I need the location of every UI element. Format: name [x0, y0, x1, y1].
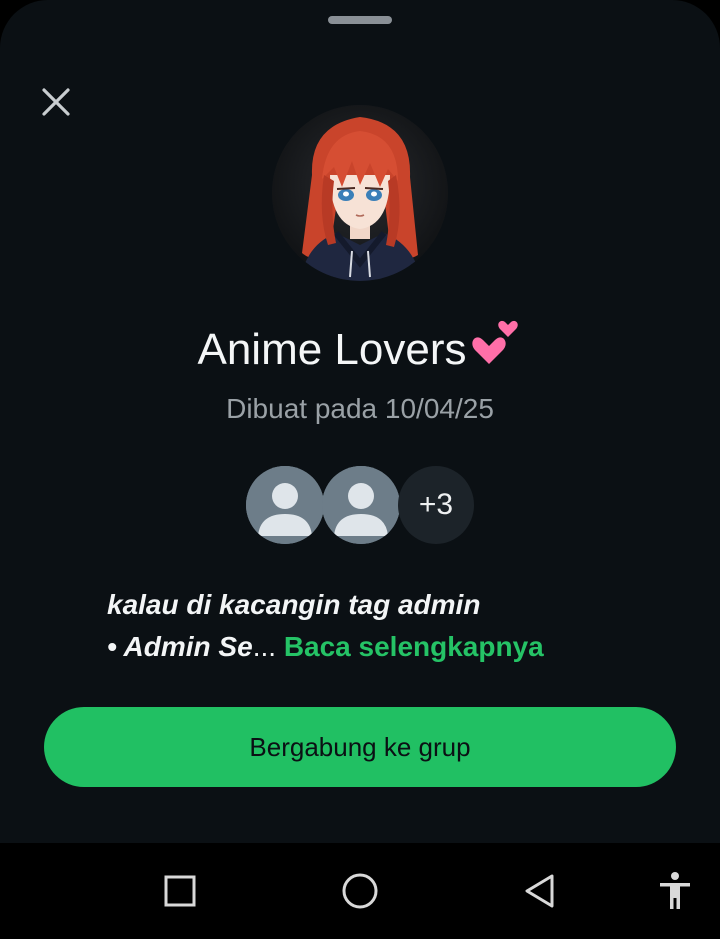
recent-apps-icon	[164, 875, 196, 907]
person-placeholder-icon	[246, 466, 324, 544]
drag-handle[interactable]	[328, 16, 392, 24]
group-description: kalau di kacangin tag admin • Admin Se..…	[107, 584, 667, 668]
close-button[interactable]	[30, 76, 82, 128]
description-line-2-text: • Admin Se	[107, 631, 253, 662]
description-line-1: kalau di kacangin tag admin	[107, 589, 481, 620]
group-name: Anime Lovers	[0, 318, 720, 386]
description-ellipsis: ...	[252, 631, 277, 662]
back-icon	[525, 874, 554, 908]
member-avatar	[246, 466, 324, 544]
person-placeholder-icon	[322, 466, 400, 544]
system-navigation-bar	[0, 843, 720, 939]
join-group-button[interactable]: Bergabung ke grup	[44, 707, 676, 787]
close-icon	[42, 88, 70, 116]
back-button[interactable]	[520, 871, 560, 911]
home-icon	[342, 873, 378, 909]
description-line-2: • Admin Se... Baca selengkapnya	[107, 626, 667, 668]
recent-apps-button[interactable]	[160, 871, 200, 911]
home-button[interactable]	[340, 871, 380, 911]
created-date: Dibuat pada 10/04/25	[226, 393, 494, 424]
accessibility-button[interactable]	[655, 871, 695, 911]
member-avatar	[322, 466, 400, 544]
read-more-link[interactable]: Baca selengkapnya	[284, 631, 544, 662]
two-hearts-icon	[469, 318, 523, 386]
more-members-count: +3	[398, 466, 474, 544]
group-name-text: Anime Lovers	[197, 325, 467, 374]
anime-girl-avatar	[272, 105, 448, 281]
accessibility-icon	[660, 872, 690, 909]
group-avatar[interactable]	[272, 105, 448, 281]
group-invite-sheet: Anime Lovers Dibuat pada 10/04/25 +3 kal…	[0, 0, 720, 843]
